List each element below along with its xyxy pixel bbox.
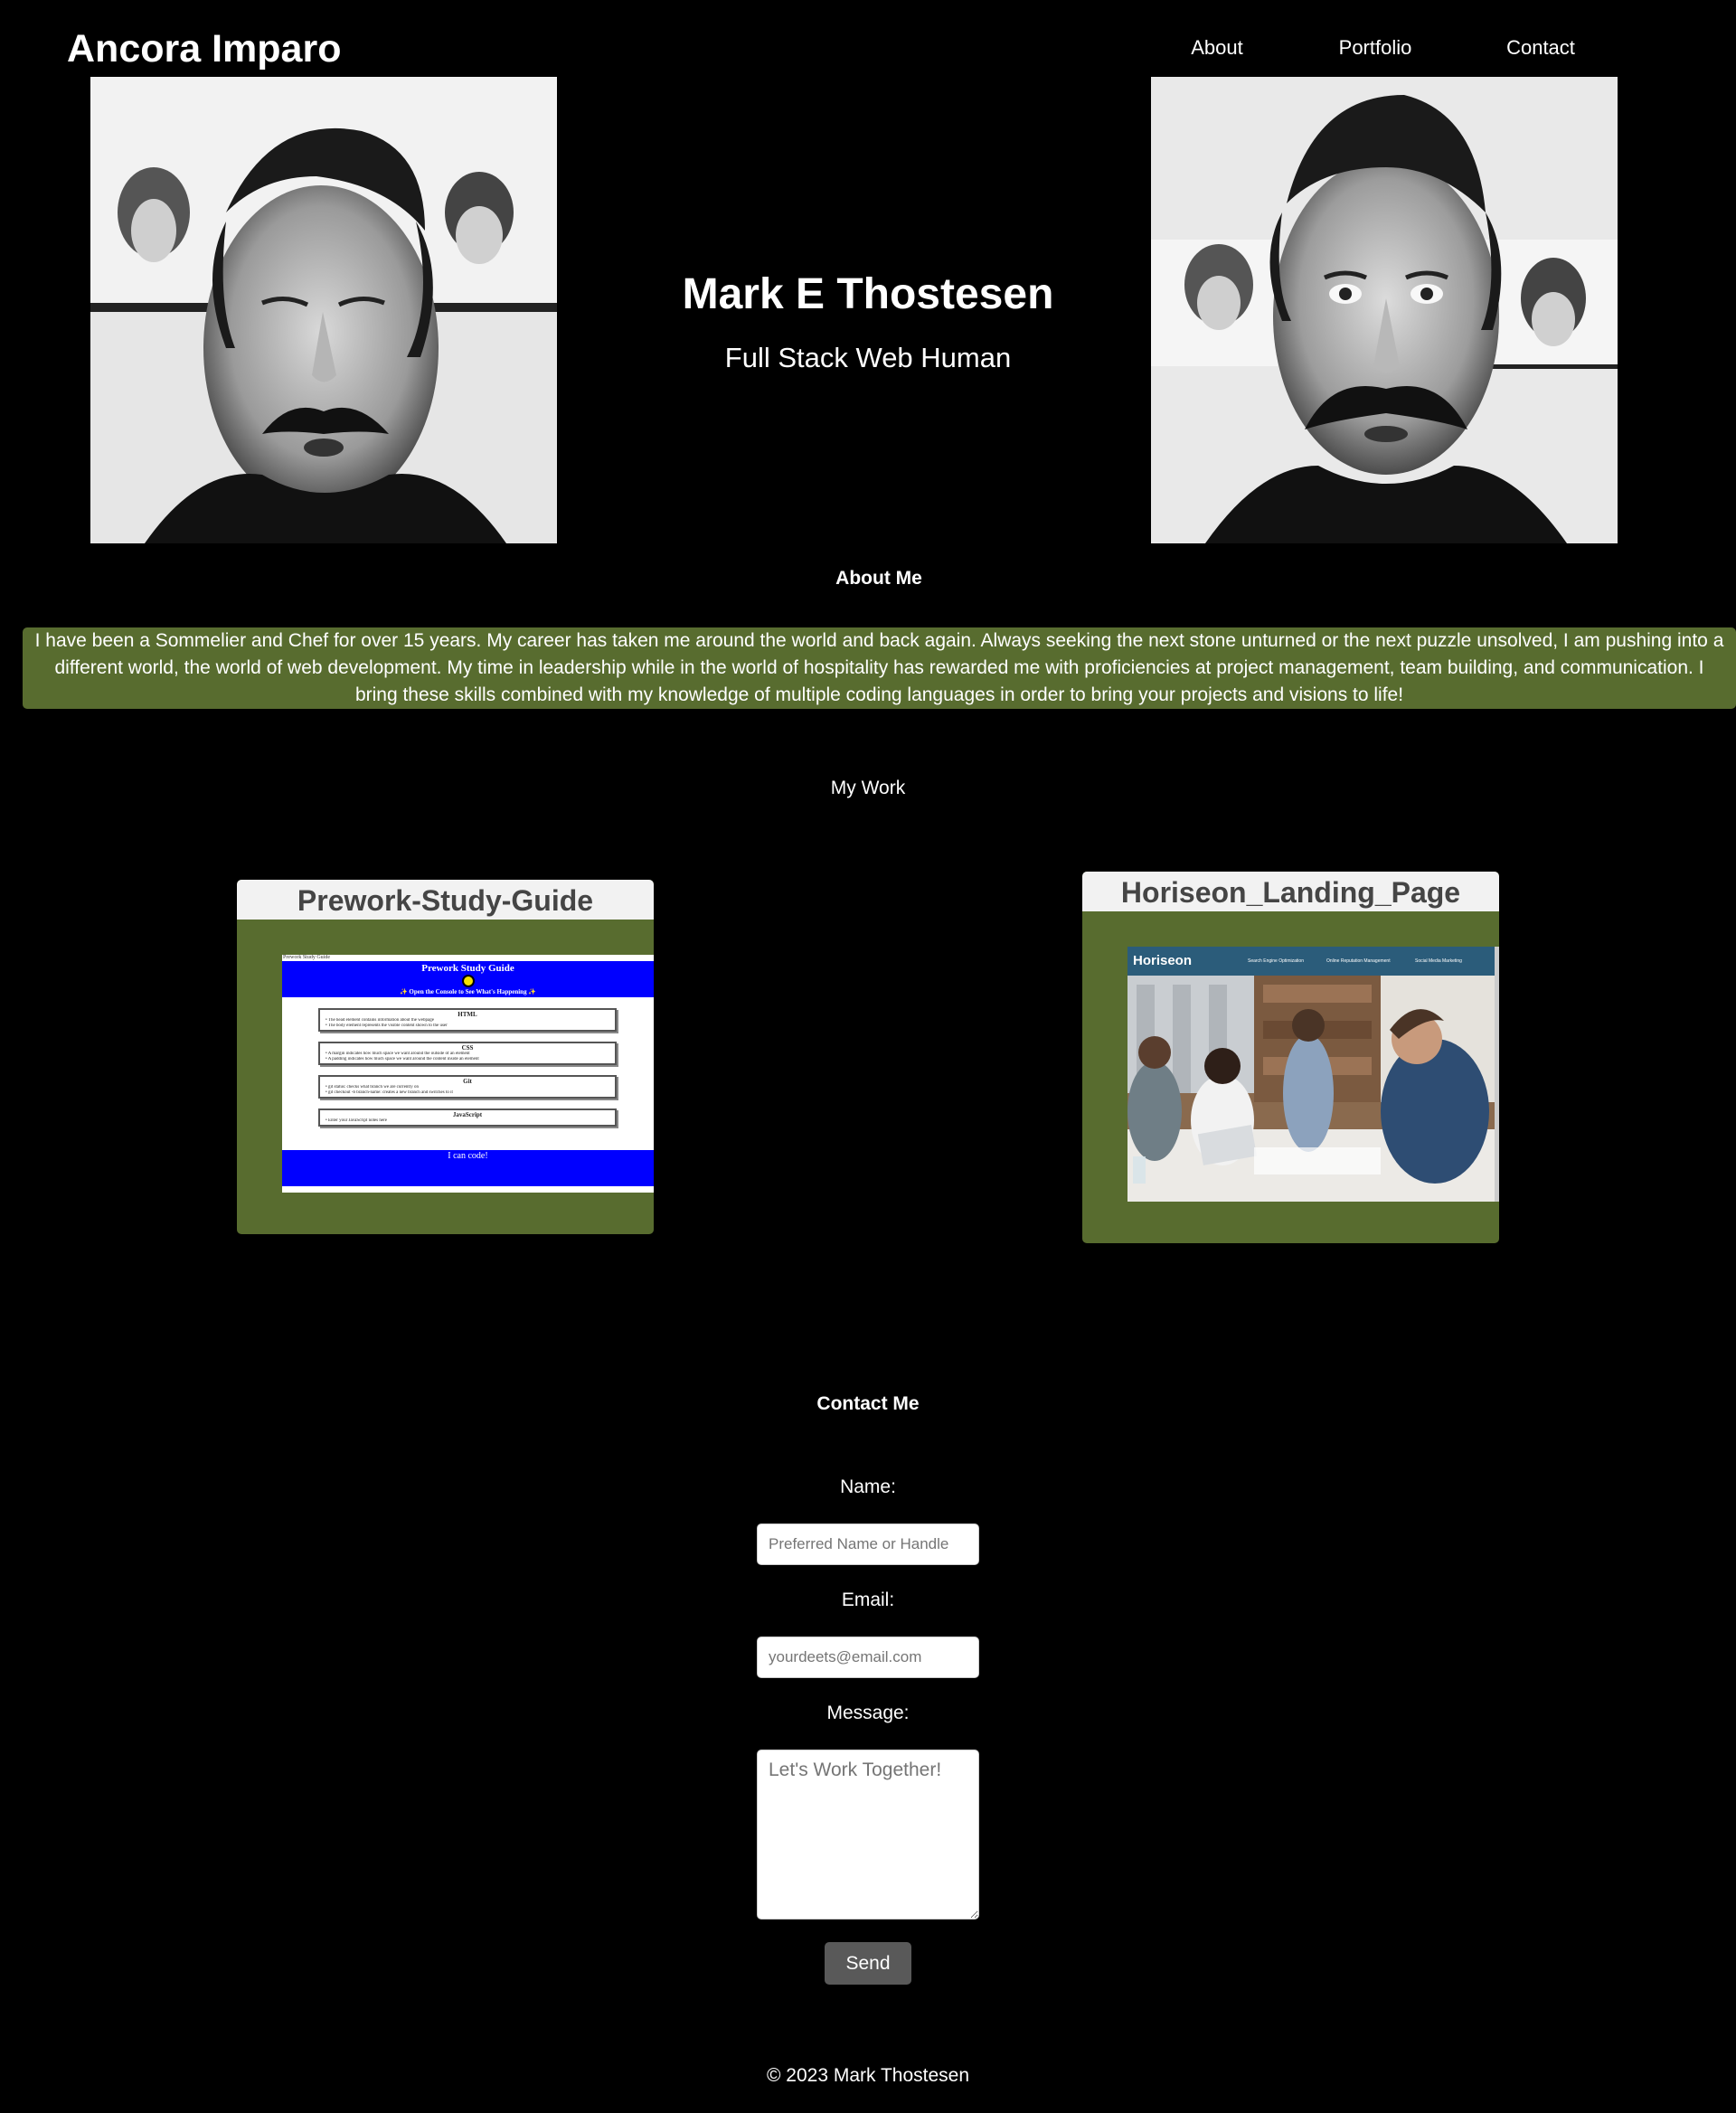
contact-title: Contact Me — [816, 1393, 920, 1414]
horiseon-nav-3: Social Media Marketing — [1415, 958, 1462, 964]
nav-link-contact[interactable]: Contact — [1506, 36, 1575, 60]
project-screenshot-prework[interactable]: Prework Study Guide Prework Study Guide … — [282, 955, 654, 1193]
sun-icon — [461, 975, 475, 987]
screenshot-section-line: • git checkout -b branch-name: creates a… — [326, 1090, 453, 1095]
hero-name: Mark E Thostesen — [682, 270, 1054, 318]
horiseon-nav-1: Search Engine Optimization — [1248, 958, 1304, 964]
project-card-horiseon[interactable]: Horiseon_Landing_Page Horiseon Search En… — [1082, 872, 1499, 1243]
screenshot-sections: HTML • The head element contains informat… — [318, 1008, 617, 1137]
footer-copyright: © 2023 Mark Thostesen — [766, 2065, 970, 2086]
screenshot-banner: ✨ Open the Console to See What's Happeni… — [399, 988, 537, 995]
team-meeting-photo — [1127, 976, 1495, 1202]
screenshot-section: JavaScript • Enter your JavaScript notes … — [318, 1108, 617, 1127]
screenshot-section: CSS • A margin indicates how much space w… — [318, 1042, 617, 1065]
name-label: Name: — [840, 1476, 896, 1497]
project-title[interactable]: Horiseon_Landing_Page — [1082, 872, 1499, 911]
about-text-box: I have been a Sommelier and Chef for ove… — [23, 627, 1736, 709]
message-textarea[interactable] — [757, 1750, 979, 1920]
my-work-title: My Work — [830, 778, 906, 798]
hero-subtitle: Full Stack Web Human — [724, 342, 1012, 373]
nav-link-about[interactable]: About — [1191, 36, 1243, 60]
email-label: Email: — [841, 1589, 895, 1610]
screenshot-scrollbar — [1495, 947, 1499, 1202]
screenshot-section-title: CSS — [461, 1044, 474, 1052]
email-input[interactable] — [757, 1637, 979, 1678]
horiseon-nav-2: Online Reputation Management — [1326, 958, 1391, 964]
screenshot-section-line: • A padding indicates how much space we … — [326, 1057, 479, 1061]
screenshot-section: HTML • The head element contains informat… — [318, 1008, 617, 1032]
screenshot-section-line: • The body element represents the visibl… — [326, 1023, 448, 1028]
screenshot-section-title: Git — [463, 1078, 472, 1085]
about-text: I have been a Sommelier and Chef for ove… — [34, 630, 1724, 705]
screenshot-section-line: • Enter your JavaScript notes here — [326, 1118, 387, 1123]
main-nav: About Portfolio Contact — [0, 36, 1736, 63]
screenshot-section: Git • git status: checks what branch we a… — [318, 1075, 617, 1099]
screenshot-section-title: HTML — [458, 1011, 477, 1018]
nav-link-portfolio[interactable]: Portfolio — [1339, 36, 1412, 60]
horiseon-brand: Horiseon — [1133, 953, 1193, 968]
name-input[interactable] — [757, 1523, 979, 1565]
horiseon-header: Horiseon Search Engine Optimization Onli… — [1127, 947, 1499, 976]
about-title: About Me — [835, 568, 922, 589]
project-card-prework[interactable]: Prework-Study-Guide Prework Study Guide … — [237, 880, 654, 1234]
send-button[interactable]: Send — [825, 1942, 911, 1985]
project-screenshot-horiseon[interactable]: Horiseon Search Engine Optimization Onli… — [1127, 947, 1499, 1202]
project-title[interactable]: Prework-Study-Guide — [237, 880, 654, 920]
screenshot-footer: I can code! — [282, 1150, 654, 1186]
message-label: Message: — [826, 1703, 910, 1723]
screenshot-header: Prework Study Guide ✨ Open the Console t… — [282, 961, 654, 997]
screenshot-tab-title: Prework Study Guide — [283, 955, 330, 960]
screenshot-section-title: JavaScript — [452, 1111, 483, 1118]
screenshot-heading: Prework Study Guide — [421, 963, 514, 974]
